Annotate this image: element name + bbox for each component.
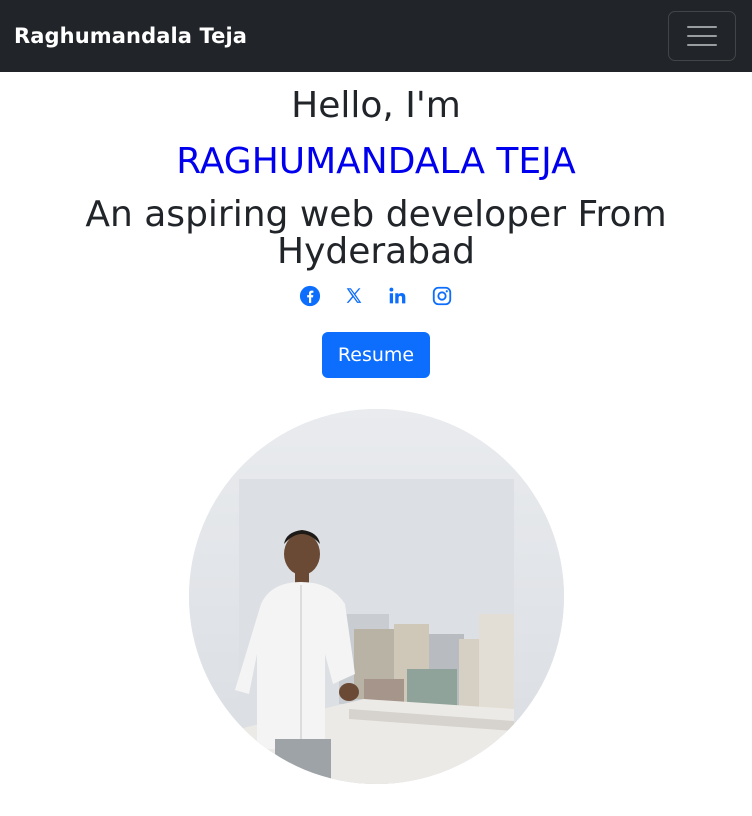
- hero-section: Hello, I'm RAGHUMANDALA TEJA An aspiring…: [0, 84, 752, 784]
- navbar-brand[interactable]: Raghumandala Teja: [14, 24, 247, 48]
- profile-photo-container: [0, 409, 752, 784]
- profile-photo: [188, 409, 564, 784]
- name-heading: RAGHUMANDALA TEJA: [176, 141, 576, 182]
- hamburger-menu-icon-line: [687, 35, 717, 37]
- facebook-icon[interactable]: [299, 285, 321, 307]
- hamburger-menu-icon: [687, 26, 717, 28]
- hamburger-menu-icon-line: [687, 44, 717, 46]
- linkedin-icon[interactable]: [387, 285, 409, 307]
- resume-button[interactable]: Resume: [321, 332, 431, 378]
- social-links: [0, 284, 752, 308]
- x-icon[interactable]: [343, 285, 365, 307]
- instagram-icon[interactable]: [431, 285, 453, 307]
- tagline-heading: An aspiring web developer From Hyderabad: [85, 194, 667, 272]
- navbar: Raghumandala Teja: [0, 0, 752, 72]
- greeting-heading: Hello, I'm: [291, 85, 461, 126]
- navbar-toggler-button[interactable]: [668, 11, 736, 61]
